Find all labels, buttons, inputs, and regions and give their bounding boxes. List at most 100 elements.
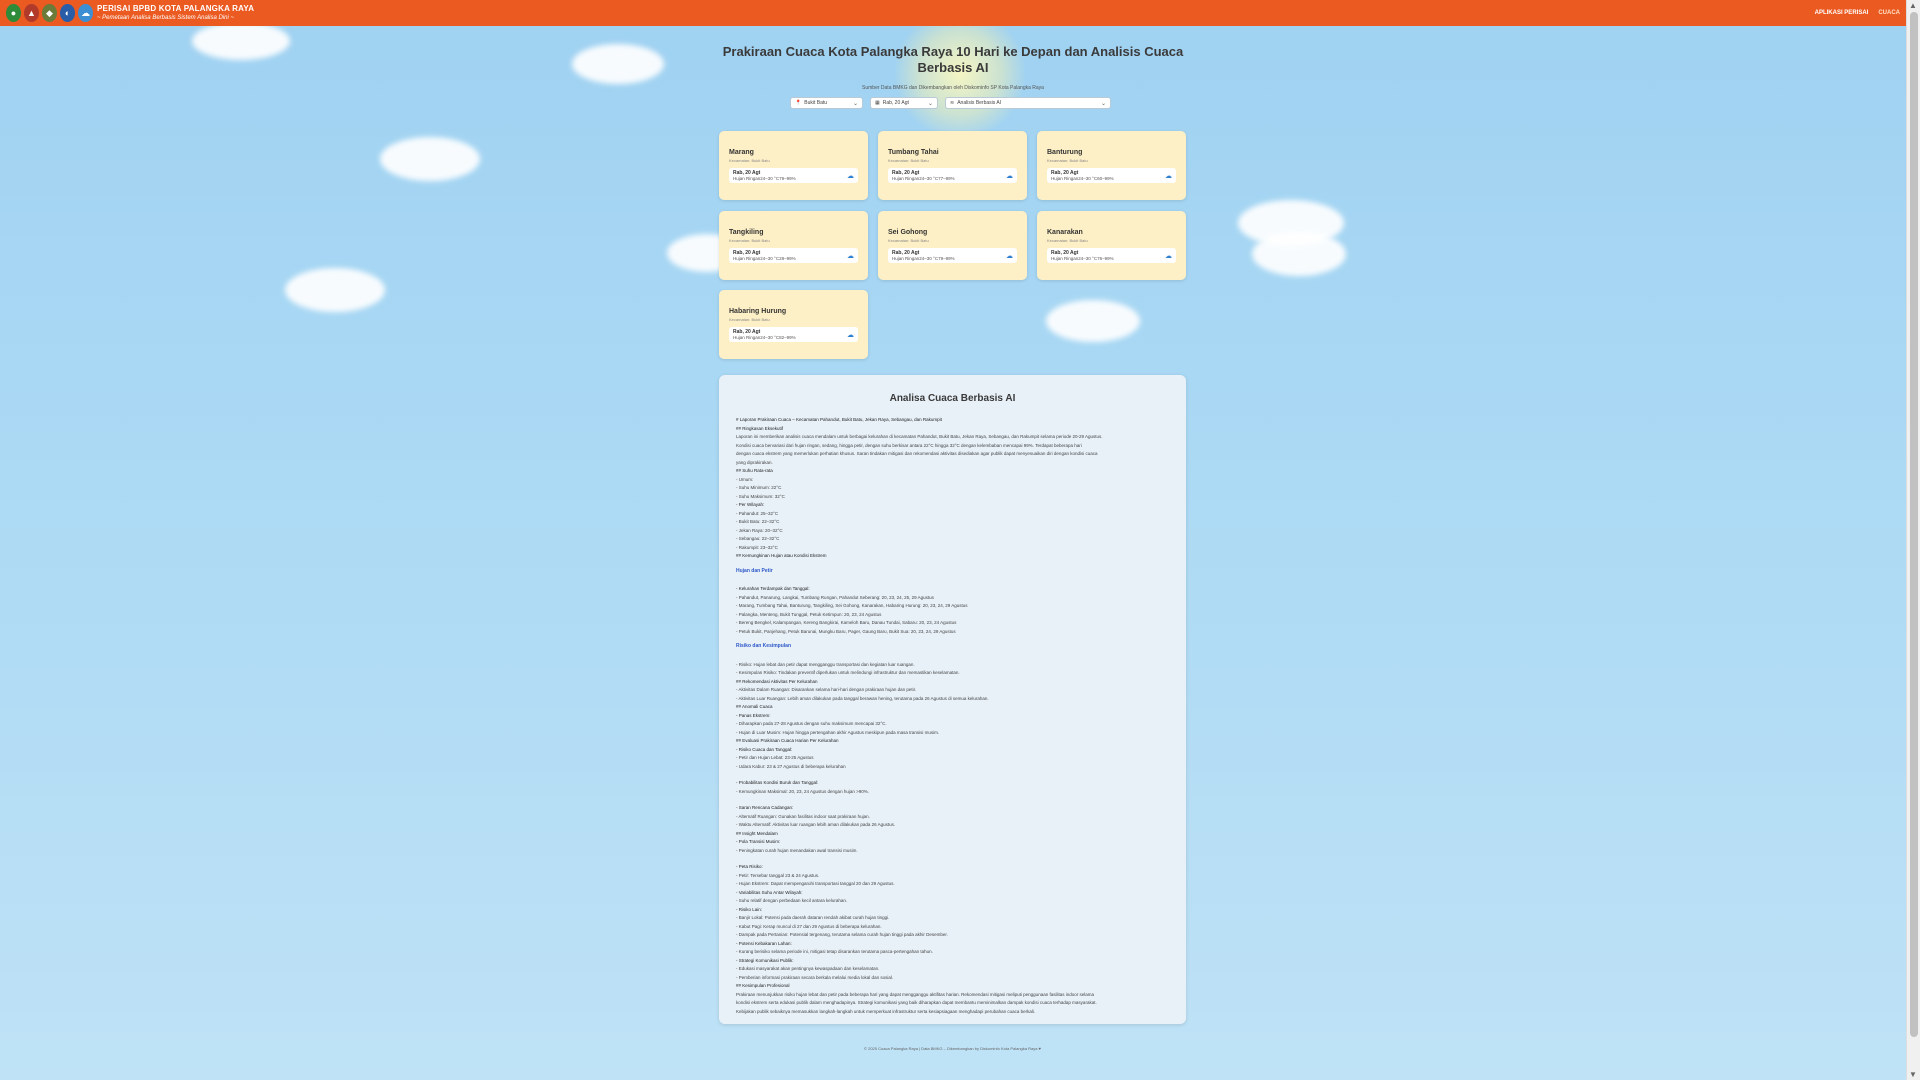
card-kecamatan: Kecamatan: Bukit Batu	[729, 158, 770, 163]
analysis-line: - Suhu Maksimum: 32°C	[736, 493, 785, 499]
analysis-line: - Suhu relatif dengan perbedaan kecil an…	[736, 898, 848, 903]
logo-group: ● ▲ ◆ ◐ ☁	[6, 4, 93, 22]
analysis-line: - Kesimpulan Risiko: Tindakan preventif …	[736, 670, 960, 675]
analysis-line: - Petuk Bukit, Panjehang, Petuk Barunai,…	[736, 628, 956, 634]
analysis-line: - Panas Ekstrem:	[736, 712, 771, 718]
card-location-name: Banturung	[1047, 149, 1083, 156]
analysis-line: yang diprakirakan.	[736, 459, 773, 465]
nav-cuaca[interactable]: CUACA	[1878, 10, 1900, 16]
analysis-line: - Aktivitas Luar Ruangan: Lebih aman dil…	[736, 695, 989, 701]
chevron-down-icon: ⌄	[1100, 100, 1106, 107]
analysis-line: - Pahandut: 25–32°C	[736, 510, 779, 516]
mode-value: Analisis Berbasis AI	[957, 100, 1002, 106]
forecast-desc: Hujan Ringan24–30 °C79–99%	[892, 255, 955, 261]
footer: © 2025 Cuaca Palangka Raya | Data BMKG –…	[864, 1046, 1041, 1051]
analysis-line: - Diharapkan pada 27-28 Agustus dengan s…	[736, 721, 887, 726]
analysis-line: # Laporan Prakiraan Cuaca – Kecamatan Pa…	[736, 417, 942, 422]
cloud	[1046, 300, 1140, 342]
brand[interactable]: PERISAI BPBD KOTA PALANGKA RAYA ~ Pemeta…	[97, 4, 255, 22]
analysis-line: - Probabilitas Kondisi Buruk dan Tanggal…	[736, 780, 819, 785]
location-card[interactable]: Kanarakan Kecamatan: Bukit Batu Rab, 20 Ag…	[1037, 211, 1186, 280]
cloud	[380, 137, 480, 181]
top-navbar: ● ▲ ◆ ◐ ☁ PERISAI BPBD KOTA PALANGKA RAY…	[0, 0, 1906, 26]
card-forecast: Rab, 20 Agt Hujan Ringan24–30 °C79–99% ☁	[888, 248, 1017, 263]
analysis-line: - Potensi Kebakaran Lahan:	[736, 940, 792, 946]
card-kecamatan: Kecamatan: Bukit Batu	[888, 158, 929, 163]
card-location-name: Tangkiling	[729, 229, 764, 236]
page-scrollbar[interactable]: ▲ ▼	[1906, 0, 1920, 1080]
location-card[interactable]: Tumbang Tahai Kecamatan: Bukit Batu Rab, 2…	[878, 131, 1027, 200]
analysis-line: - Kurang berisiko selama periode ini, mi…	[736, 949, 933, 954]
analysis-line: ## Kemungkinan Hujan atau Kondisi Ekstre…	[736, 553, 827, 558]
location-card[interactable]: Sei Gohong Kecamatan: Bukit Batu Rab, 20 A…	[878, 211, 1027, 280]
analysis-line: - Petir: Tersebar tanggal 23 & 24 Agustu…	[736, 872, 820, 878]
analysis-line: - Marang, Tumbang Tahai, Banturung, Tang…	[736, 603, 968, 608]
scroll-down-icon[interactable]: ▼	[1909, 1070, 1917, 1079]
analysis-line: ## Insight Mendalam	[736, 830, 778, 836]
analysis-line: Kondisi cuaca bervariasi dari hujan ring…	[736, 442, 1082, 448]
forecast-desc: Hujan Ringan24–30 °C60–99%	[1051, 175, 1114, 181]
bmkg-logo: ◐	[60, 4, 75, 22]
card-forecast: Rab, 20 Agt Hujan Ringan24–30 °C77–99% ☁	[888, 168, 1017, 183]
page-title: Prakiraan Cuaca Kota Palangka Raya 10 Ha…	[722, 44, 1184, 75]
scroll-up-icon[interactable]: ▲	[1909, 1, 1917, 10]
location-card[interactable]: Habaring Hurung Kecamatan: Bukit Batu Rab,…	[719, 290, 868, 359]
bpbd-logo: ▲	[24, 4, 39, 22]
card-location-name: Tumbang Tahai	[888, 149, 939, 156]
scroll-thumb[interactable]	[1910, 12, 1918, 1037]
nav-aplikasi-perisai[interactable]: APLIKASI PERISAI	[1815, 10, 1869, 16]
cloud	[285, 268, 385, 312]
analysis-line: - Pahandut, Panarung, Langkai, Tumbang R…	[736, 594, 934, 600]
analysis-line	[736, 855, 1169, 863]
analysis-line: - Banjir Lokal: Potensi pada daerah data…	[736, 915, 890, 920]
brand-title: PERISAI BPBD KOTA PALANGKA RAYA	[97, 4, 255, 13]
rain-cloud-icon: ☁	[1165, 172, 1172, 180]
card-location-name: Kanarakan	[1047, 229, 1083, 236]
cloud	[192, 22, 290, 60]
analysis-line: - Saran Rencana Cadangan:	[736, 805, 794, 810]
analysis-line: - Risiko: Hujan lebat dan petir dapat me…	[736, 661, 915, 667]
perisai-logo: ☁	[78, 4, 93, 22]
rain-cloud-icon: ☁	[1006, 172, 1013, 180]
analysis-line	[736, 771, 1169, 779]
brand-subtitle: ~ Pemetaan Analisa Berbasis Sistem Anali…	[97, 15, 234, 21]
mode-select[interactable]: ≋ Analisis Berbasis AI ⌄	[945, 97, 1111, 109]
analysis-body: # Laporan Prakiraan Cuaca – Kecamatan Pa…	[736, 416, 1169, 1016]
analysis-line: - Kelurahan Terdampak dan Tanggal:	[736, 586, 810, 591]
analysis-line: Laporan ini memberikan analisis cuaca me…	[736, 434, 1103, 439]
page-subtitle: Sumber Data BMKG dan Dikembangkan oleh D…	[862, 85, 1044, 91]
analysis-line: dengan cuaca ekstrem yang memerlukan per…	[736, 451, 1098, 456]
date-value: Rab, 20 Agt	[882, 100, 909, 106]
analysis-line: - Kabut Pagi: Kerap muncul di 27 dan 29 …	[736, 923, 882, 929]
forecast-desc: Hujan Ringan24–30 °C76–99%	[1051, 255, 1114, 261]
card-kecamatan: Kecamatan: Bukit Batu	[1047, 238, 1088, 243]
card-kecamatan: Kecamatan: Bukit Batu	[1047, 158, 1088, 163]
analysis-line: ## Anomali Cuaca	[736, 704, 773, 709]
analysis-line: - Per Wilayah:	[736, 502, 765, 507]
analysis-line: - Waktu Alternatif: Aktivitas luar ruang…	[736, 822, 896, 827]
chevron-down-icon: ⌄	[927, 100, 933, 107]
layers-icon: ≋	[950, 100, 955, 106]
analysis-line: - Bereng Bengkel, Kalampangan, Kereng Ba…	[736, 620, 957, 625]
agency-logo: ◆	[42, 4, 57, 22]
analysis-line: - Bukit Batu: 22–32°C	[736, 519, 780, 524]
location-card[interactable]: Marang Kecamatan: Bukit Batu Rab, 20 Agt Hu…	[719, 131, 868, 200]
analysis-line: - Kemungkinan Maksimal: 20, 23, 24 Agust…	[736, 788, 869, 794]
cloud	[1252, 232, 1346, 276]
analysis-line: - Risiko Cuaca dan Tanggal:	[736, 746, 793, 752]
location-card[interactable]: Banturung Kecamatan: Bukit Batu Rab, 20 Ag…	[1037, 131, 1186, 200]
chevron-down-icon: ⌄	[852, 100, 858, 107]
card-forecast: Rab, 20 Agt Hujan Ringan24–30 °C79–99% ☁	[729, 168, 858, 183]
analysis-line: - Risiko Lain:	[736, 906, 763, 912]
rain-cloud-icon: ☁	[1165, 252, 1172, 260]
page-heading: Prakiraan Cuaca Kota Palangka Raya 10 Ha…	[700, 44, 1206, 91]
date-select[interactable]: ▦ Rab, 20 Agt ⌄	[870, 97, 938, 109]
card-location-name: Sei Gohong	[888, 229, 928, 236]
card-forecast: Rab, 20 Agt Hujan Ringan24–30 °C60–99% ☁	[1047, 168, 1176, 183]
analysis-line: ## Ringkasan Eksekutif	[736, 425, 784, 431]
location-select[interactable]: 📍 Bukit Batu ⌄	[790, 97, 863, 109]
card-forecast: Rab, 20 Agt Hujan Ringan24–30 °C28–99% ☁	[729, 248, 858, 263]
card-location-name: Marang	[729, 149, 754, 156]
location-card[interactable]: Tangkiling Kecamatan: Bukit Batu Rab, 20 A…	[719, 211, 868, 280]
analysis-line: - Palangka, Menteng, Bukit Tunggal, Petu…	[736, 611, 882, 617]
